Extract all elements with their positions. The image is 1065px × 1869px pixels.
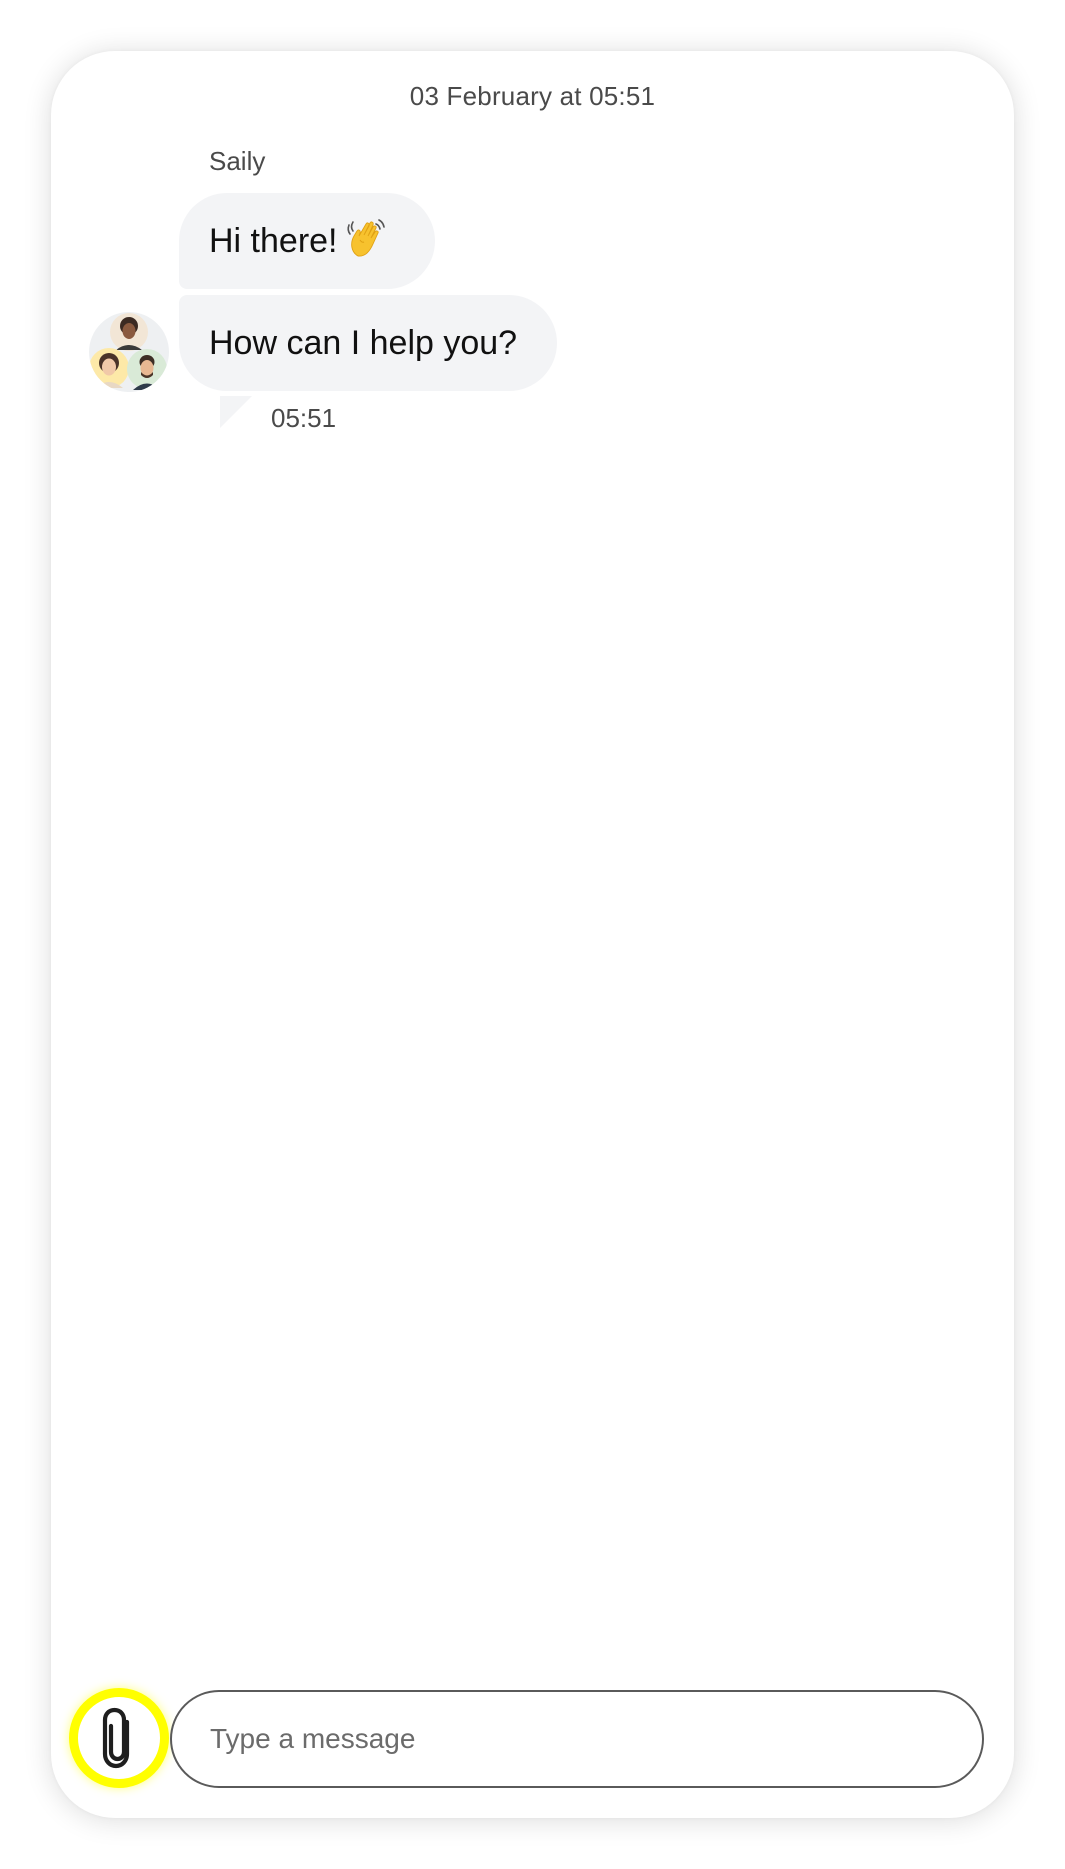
message-input[interactable]	[170, 1690, 984, 1788]
attach-button[interactable]	[69, 1688, 169, 1788]
agent-team-avatars	[89, 313, 167, 390]
avatar-person-left	[89, 348, 129, 388]
message-bubble-help: How can I help you?	[179, 295, 557, 391]
avatar-person-top	[110, 313, 148, 351]
message-composer	[69, 1688, 997, 1788]
avatar-person-right	[127, 349, 167, 390]
agent-avatar-group	[89, 312, 169, 392]
bubble-tail	[220, 396, 252, 428]
waving-hand-emoji	[346, 219, 385, 257]
sender-name: Saily	[209, 146, 266, 176]
message-text: Hi there!	[209, 222, 338, 260]
date-header: 03 February at 05:51	[409, 81, 656, 111]
page: 03 February at 05:51 Saily Hi there! How…	[0, 0, 1065, 1869]
message-timestamp: 05:51	[271, 403, 337, 433]
chat-window: 03 February at 05:51 Saily Hi there! How…	[51, 51, 1014, 1818]
message-text: How can I help you?	[209, 324, 518, 362]
paperclip-icon	[102, 1707, 130, 1769]
message-bubble-greeting: Hi there!	[179, 193, 435, 289]
